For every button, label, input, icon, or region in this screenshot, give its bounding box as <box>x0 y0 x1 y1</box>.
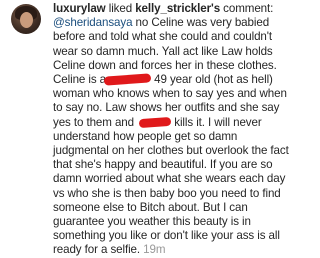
timestamp: 19m <box>143 243 166 257</box>
comment-text-3: kills it. I will never understand how pe… <box>53 115 289 257</box>
user-avatar[interactable] <box>11 4 41 34</box>
redaction-mark-1 <box>103 73 152 86</box>
avatar-face-shape <box>20 12 33 28</box>
notification-text: luxurylaw liked kelly_strickler's commen… <box>53 2 295 258</box>
redaction-mark-2 <box>138 116 172 128</box>
comment-owner-link[interactable]: kelly_strickler's <box>135 2 220 15</box>
mention-link[interactable]: @sheridansaya <box>53 16 133 29</box>
notification-row[interactable]: luxurylaw liked kelly_strickler's commen… <box>0 0 300 256</box>
username-link[interactable]: luxurylaw <box>53 2 106 15</box>
action-text: liked <box>105 2 136 15</box>
object-text: comment: <box>220 2 274 15</box>
